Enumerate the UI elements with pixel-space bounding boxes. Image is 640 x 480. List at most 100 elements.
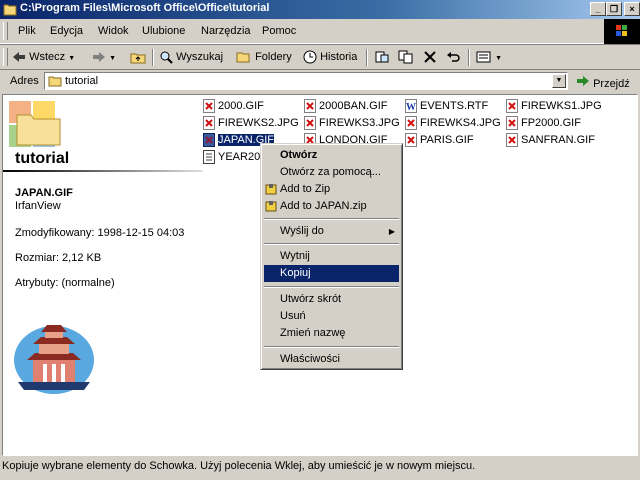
address-label: Adres [10,75,39,87]
menu-edit[interactable]: Edycja [50,25,83,37]
move-to-icon [375,51,389,63]
image-file-icon [506,99,518,114]
file-item[interactable]: W EVENTS.RTF [405,98,488,114]
copy-to-icon [398,50,413,64]
search-button[interactable]: Wyszukaj [159,49,223,65]
context-menu: Otwórz Otwórz za pomocą... Add to Zip Ad… [260,143,403,370]
move-to-button[interactable] [374,49,390,65]
modified-date: Zmodyfikowany: 1998-12-15 04:03 [15,227,185,239]
file-item[interactable]: PARIS.GIF [405,132,474,148]
address-value: tutorial [65,75,99,87]
image-file-icon [506,116,518,131]
back-button[interactable]: Wstecz ▼ [12,49,75,65]
zip-icon [265,201,277,212]
title-bar[interactable]: C:\Program Files\Microsoft Office\Office… [0,0,640,19]
image-file-icon [304,99,316,114]
folders-button[interactable]: Foldery [236,49,292,65]
image-file-icon [304,116,316,131]
menu-view[interactable]: Widok [98,25,129,37]
zip-icon [265,184,277,195]
file-item[interactable]: FIREWKS1.JPG [506,98,602,114]
menu-copy[interactable]: Kopiuj [264,265,399,282]
menu-add-to-zip[interactable]: Add to Zip [264,181,399,198]
menu-open-with[interactable]: Otwórz za pomocą... [264,164,399,181]
image-file-icon [203,99,215,114]
selected-file-app: IrfanView [15,200,61,212]
windows-logo [604,19,640,45]
text-file-icon [203,150,215,165]
menu-help[interactable]: Pomoc [262,25,296,37]
word-document-icon: W [405,99,417,114]
delete-button[interactable] [423,49,437,65]
views-button[interactable]: ▼ [476,49,502,65]
menu-grip [3,22,8,40]
selected-file-name: JAPAN.GIF [15,187,73,199]
toolbar-grip [3,48,8,66]
file-item[interactable]: 2000.GIF [203,98,264,114]
undo-icon [447,52,460,62]
go-arrow-icon [577,76,589,86]
menu-cut[interactable]: Wytnij [264,248,399,265]
toolbar: Wstecz ▼ ▼ Wyszukaj Foldery Historia ▼ [0,44,640,70]
windows-flag-icon [616,25,627,36]
history-icon [303,50,317,64]
search-label: Wyszukaj [176,51,224,63]
status-bar: Kopiuje wybrane elementy do Schowka. Uży… [0,456,640,478]
maximize-button[interactable]: ❐ [606,2,622,16]
menu-create-shortcut[interactable]: Utwórz skrót [264,291,399,308]
file-item[interactable]: SANFRAN.GIF [506,132,595,148]
menu-separator [264,346,399,348]
address-input[interactable]: tutorial ▼ [44,72,568,90]
menu-add-to-named-zip[interactable]: Add to JAPAN.zip [264,198,399,215]
folders-icon [236,52,250,63]
svg-text:W: W [406,102,416,113]
menu-tools[interactable]: Narzędzia [201,25,251,37]
delete-x-icon [424,51,436,63]
forward-arrow-icon [93,52,105,63]
copy-to-button[interactable] [398,49,414,65]
folder-icon [3,4,17,16]
up-folder-icon [130,53,146,64]
views-icon [476,51,491,63]
close-button[interactable]: × [624,2,640,16]
file-item[interactable]: FIREWKS2.JPG [203,115,299,131]
history-label: Historia [320,51,358,63]
search-icon [160,51,173,64]
file-item[interactable]: FIREWKS4.JPG [405,115,501,131]
menu-properties[interactable]: Właściwości [264,351,399,368]
menu-send-to[interactable]: Wyślij do ▶ [264,223,399,240]
folder-graphic-icon [9,101,61,147]
image-file-icon [506,133,518,148]
menu-rename[interactable]: Zmień nazwę [264,325,399,342]
image-file-icon [405,133,417,148]
folder-icon [48,76,62,87]
menu-delete[interactable]: Usuń [264,308,399,325]
menu-file[interactable]: Plik [18,25,36,37]
japan-preview-image [14,325,94,394]
submenu-arrow-icon: ▶ [388,227,395,236]
go-button[interactable]: Przejdź [576,75,630,90]
file-item[interactable]: FIREWKS3.JPG [304,115,400,131]
image-file-icon [203,116,215,131]
image-file-icon [203,133,215,148]
minimize-button[interactable]: _ [590,2,606,16]
menu-open[interactable]: Otwórz [264,147,399,164]
file-item[interactable]: FP2000.GIF [506,115,581,131]
web-view-panel: tutorial JAPAN.GIF IrfanView Zmodyfikowa… [3,95,203,455]
menu-separator [264,243,399,245]
toolbar-separator [468,49,470,66]
file-item[interactable]: 2000BAN.GIF [304,98,387,114]
menu-separator [264,218,399,220]
image-file-icon [405,116,417,131]
address-dropdown-button[interactable]: ▼ [552,74,566,88]
up-button[interactable] [130,49,146,65]
menu-favorites[interactable]: Ulubione [142,25,185,37]
history-button[interactable]: Historia [303,49,357,65]
go-label: Przejdź [593,78,630,90]
address-bar: Adres tutorial ▼ Przejdź [0,69,640,93]
window-title: C:\Program Files\Microsoft Office\Office… [20,2,270,14]
undo-button[interactable] [446,49,462,65]
file-size: Rozmiar: 2,12 KB [15,252,102,264]
forward-button[interactable]: ▼ [92,49,116,65]
toolbar-separator [152,49,154,66]
